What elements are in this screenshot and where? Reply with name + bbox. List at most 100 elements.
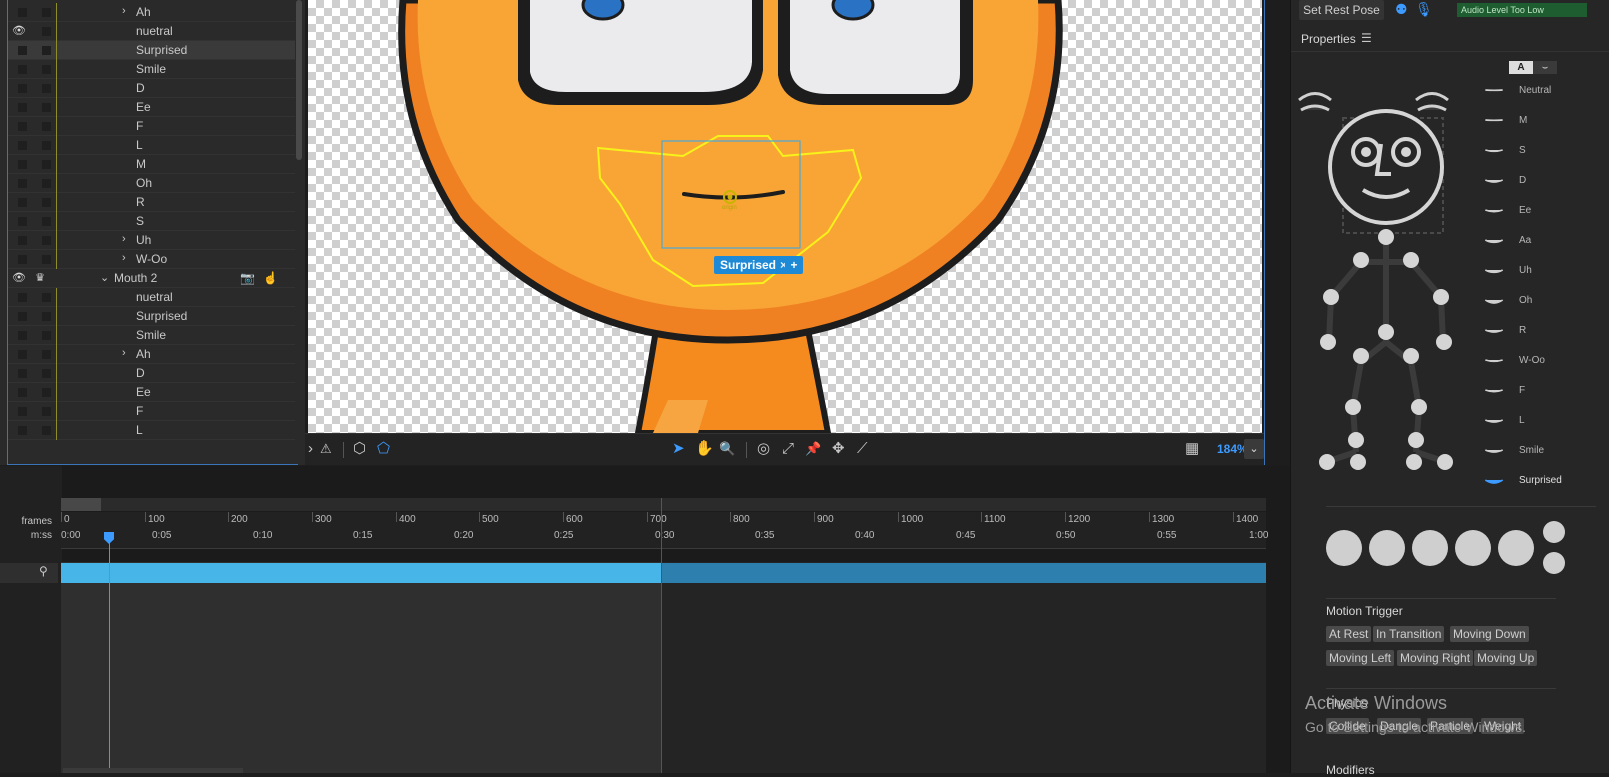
head-down-icon[interactable] xyxy=(1543,552,1565,574)
add-tag-button[interactable]: + xyxy=(785,256,803,274)
viseme-mouth-icon xyxy=(1484,179,1504,183)
time-label: m:ss xyxy=(30,530,52,541)
transparency-grid-icon[interactable]: ▦ xyxy=(1185,440,1199,458)
stick-tool-icon[interactable]: ⟋ xyxy=(857,440,868,458)
viseme-icon-toggle[interactable]: ⌣ xyxy=(1533,61,1557,74)
properties-title: Properties xyxy=(1301,32,1356,46)
frame-tick-label: 1400 xyxy=(1236,514,1259,525)
time-tick-label: 0:05 xyxy=(152,530,172,541)
chip-at-rest[interactable]: At Rest xyxy=(1326,626,1372,642)
viseme-smile[interactable]: Smile xyxy=(1479,442,1599,462)
microphone-icon[interactable]: 🎙 xyxy=(1415,1,1433,18)
frame-tick-label: 1200 xyxy=(1068,514,1091,525)
zoom-dropdown-icon[interactable]: ⌄ xyxy=(1244,439,1264,459)
time-tick-label: 0:10 xyxy=(253,530,273,541)
expand-chevron-icon[interactable]: › xyxy=(308,440,313,458)
puppet-artwork xyxy=(398,0,1063,433)
activate-windows-text: Go to Settings to activate Windows. xyxy=(1305,719,1526,735)
move-tool-icon[interactable]: ✥ xyxy=(832,440,845,458)
time-tick-label: 0:40 xyxy=(855,530,875,541)
viseme-surprised[interactable]: Surprised xyxy=(1479,472,1599,492)
chip-in-transition[interactable]: In Transition xyxy=(1373,626,1445,642)
frame-tick-label: 300 xyxy=(315,514,332,525)
scene-canvas[interactable]: origin xyxy=(308,0,1262,433)
frame-tick-label: 1100 xyxy=(984,514,1006,525)
hand-tool-icon[interactable]: ✋ xyxy=(695,440,714,458)
right-eyelid-icon xyxy=(1417,104,1447,112)
head-frontal-icon[interactable] xyxy=(1412,530,1448,566)
viseme-f[interactable]: F xyxy=(1479,382,1599,402)
body-skeleton xyxy=(1325,242,1447,465)
activate-windows-title: Activate Windows xyxy=(1305,693,1448,713)
freeform-mesh-icon[interactable]: ⬠ xyxy=(377,440,390,458)
frame-tick-label: 600 xyxy=(566,514,583,525)
time-tick-label: 0:50 xyxy=(1056,530,1076,541)
viseme-label: Oh xyxy=(1519,295,1533,306)
head-up-icon[interactable] xyxy=(1543,521,1565,543)
frame-tick-label: 1300 xyxy=(1152,514,1175,525)
puppet-track-bar-overflow[interactable] xyxy=(661,563,1266,583)
viseme-d[interactable]: D xyxy=(1479,172,1599,192)
viseme-label: W-Oo xyxy=(1519,355,1545,366)
viseme-mouth-icon xyxy=(1485,149,1503,153)
viseme-w-oo[interactable]: W-Oo xyxy=(1479,352,1599,372)
zoom-tool-icon[interactable]: 🔍 xyxy=(719,440,735,458)
chip-moving-down[interactable]: Moving Down xyxy=(1450,626,1529,642)
frame-tick-label: 200 xyxy=(231,514,248,525)
viseme-oh[interactable]: Oh xyxy=(1479,292,1599,312)
timeline-range-handle[interactable] xyxy=(61,498,101,511)
playhead-line[interactable] xyxy=(109,534,110,773)
puppet-track-bar[interactable] xyxy=(61,563,661,583)
timeline-ruler[interactable]: 0 100 200 300 400 500 600 700 800 900 1000 1100 1200… xyxy=(61,512,1268,549)
puppet-track-header[interactable]: ⚲ xyxy=(0,563,58,583)
layers-scrollbar[interactable] xyxy=(296,0,302,160)
viseme-m[interactable]: M xyxy=(1479,112,1599,132)
viseme-uh[interactable]: Uh xyxy=(1479,262,1599,282)
timeline-scene-area[interactable] xyxy=(61,562,661,773)
head-turn-right-quarter-icon[interactable] xyxy=(1455,530,1491,566)
left-eyebrow-icon xyxy=(1298,92,1332,102)
timeline-range-track[interactable] xyxy=(61,498,1266,511)
puppet-icon: ⚲ xyxy=(39,564,48,578)
head-turn-left-quarter-icon[interactable] xyxy=(1369,530,1405,566)
scene-toolbar: › ⚠ ⬡ ⬠ ➤ ✋ 🔍 ◎ ⤢ 📌 ✥ ⟋ ▦ 184% ⌄ xyxy=(305,433,1264,465)
properties-menu-icon[interactable]: ☰ xyxy=(1361,31,1372,45)
viseme-label: Surprised xyxy=(1519,475,1562,486)
head-turn-right-profile-icon[interactable] xyxy=(1498,530,1534,566)
tag-label: Surprised xyxy=(720,258,777,272)
head-tag-icon xyxy=(1328,109,1444,225)
viseme-neutral[interactable]: Neutral xyxy=(1479,82,1599,102)
viseme-mouth-icon xyxy=(1484,239,1504,244)
dragger-tool-icon[interactable]: ⤢ xyxy=(782,440,794,458)
tag-rig-diagram[interactable] xyxy=(1291,82,1471,482)
warning-icon[interactable]: ⚠ xyxy=(320,440,332,458)
head-turn-left-profile-icon[interactable] xyxy=(1326,530,1362,566)
pin-tool-icon[interactable]: 📌 xyxy=(805,440,821,458)
select-tool-icon[interactable]: ➤ xyxy=(672,440,685,458)
viseme-mouth-icon xyxy=(1484,329,1504,333)
timeline-scrollbar[interactable] xyxy=(63,768,243,773)
time-tick-label: 0:15 xyxy=(353,530,373,541)
chip-moving-left[interactable]: Moving Left xyxy=(1326,650,1395,666)
viseme-ee[interactable]: Ee xyxy=(1479,202,1599,222)
viseme-text-toggle[interactable]: A xyxy=(1509,61,1533,74)
ruler-tick xyxy=(898,512,899,522)
timeline-outside-area xyxy=(661,562,1266,773)
tag-chip-surprised[interactable]: Surprised × xyxy=(714,256,792,274)
frame-tick-label: 1000 xyxy=(901,514,924,525)
chip-moving-right[interactable]: Moving Right xyxy=(1397,650,1474,666)
viseme-r[interactable]: R xyxy=(1479,322,1599,342)
chip-moving-up[interactable]: Moving Up xyxy=(1474,650,1538,666)
frame-tick-label: 900 xyxy=(817,514,834,525)
motion-trigger-title: Motion Trigger xyxy=(1326,604,1403,618)
origin-tool-icon[interactable]: ◎ xyxy=(757,440,770,458)
set-rest-pose-button[interactable]: Set Rest Pose xyxy=(1299,0,1384,20)
viseme-l[interactable]: L xyxy=(1479,412,1599,432)
camera-icon[interactable]: ⚉ xyxy=(1395,1,1408,18)
frame-tick-label: 800 xyxy=(733,514,750,525)
viseme-mouth-icon xyxy=(1485,209,1503,213)
mesh-icon[interactable]: ⬡ xyxy=(353,440,366,458)
viseme-s[interactable]: S xyxy=(1479,142,1599,162)
viseme-aa[interactable]: Aa xyxy=(1479,232,1599,252)
scene-end-marker[interactable] xyxy=(661,498,662,773)
